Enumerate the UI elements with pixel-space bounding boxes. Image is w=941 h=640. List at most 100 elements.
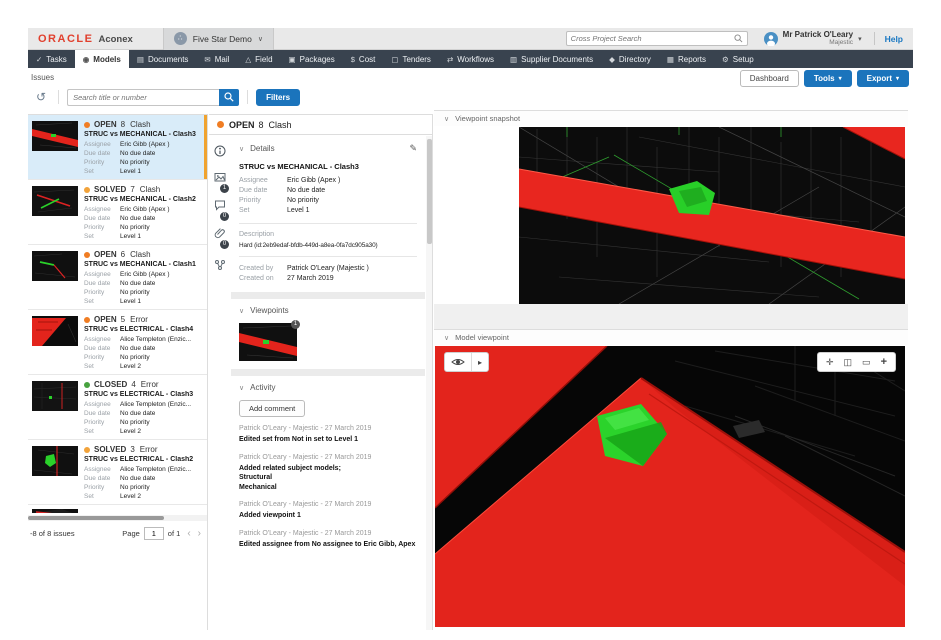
issue-status: SOLVED [94, 185, 126, 194]
issue-list-item[interactable]: CLOSED4Error STRUC vs ELECTRICAL - Clash… [28, 375, 207, 440]
export-button[interactable]: Export▾ [857, 70, 909, 87]
dashboard-button[interactable]: Dashboard [740, 70, 799, 87]
vertical-scrollbar-thumb[interactable] [427, 139, 432, 244]
zoom-in-icon[interactable]: + [881, 356, 887, 368]
play-icon: ▸ [478, 358, 482, 367]
horizontal-scrollbar-thumb[interactable] [28, 516, 164, 520]
issue-summary: OPEN8Clash STRUC vs MECHANICAL - Clash3 … [84, 119, 201, 179]
edit-icon[interactable]: ✎ [409, 143, 417, 154]
tab-tenders[interactable]: ▢Tenders [383, 50, 439, 68]
help-link[interactable]: Help [885, 34, 903, 44]
measure-icon[interactable]: ▭ [862, 357, 871, 368]
activity-section-header[interactable]: ∨ Activity [239, 383, 417, 392]
tab-mail[interactable]: ✉Mail [196, 50, 237, 68]
issue-status: OPEN [94, 120, 117, 129]
viewpoint-snapshot-header[interactable]: ∨ Viewpoint snapshot [434, 110, 908, 126]
activity-text: Added related subject models; [239, 464, 417, 474]
detail-header: OPEN 8 Clash [209, 115, 432, 135]
tab-label: Cost [359, 55, 375, 64]
main-nav: ✓Tasks ◉Models ▤Documents ✉Mail △Field ▣… [28, 50, 913, 68]
status-dot [84, 122, 90, 128]
tab-field[interactable]: △Field [237, 50, 280, 68]
results-summary: -8 of 8 issues [30, 529, 122, 538]
project-selector[interactable]: ∴ Five Star Demo ∨ [163, 28, 274, 50]
list-pagination: -8 of 8 issues Page of 1 ‹ › [28, 525, 207, 541]
issue-list-item[interactable]: OPEN8Clash STRUC vs MECHANICAL - Clash3 … [28, 115, 207, 180]
issue-list-item[interactable]: SOLVED7Clash STRUC vs MECHANICAL - Clash… [28, 180, 207, 245]
issue-list-item-partial[interactable] [28, 505, 207, 513]
details-section-header[interactable]: ∨ Details ✎ [239, 143, 417, 154]
issue-list-item[interactable]: SOLVED3Error STRUC vs ELECTRICAL - Clash… [28, 440, 207, 505]
tab-setup[interactable]: ⚙Setup [714, 50, 762, 68]
issue-type: Error [141, 380, 159, 389]
documents-icon: ▤ [137, 55, 144, 64]
page-of-label: of 1 [168, 529, 181, 538]
field-label: Assignee [84, 400, 120, 409]
model-viewpoint-header[interactable]: ∨ Model viewpoint [434, 329, 908, 345]
issue-search-input[interactable] [67, 89, 219, 106]
activity-text: Structural [239, 473, 417, 483]
tab-directory[interactable]: ◆Directory [601, 50, 659, 68]
divider [239, 223, 417, 224]
model-viewpoint-canvas[interactable]: ▸ ✛ ◫ ▭ + [435, 346, 905, 627]
page-input[interactable] [144, 527, 164, 540]
packages-icon: ▣ [289, 55, 296, 64]
issue-type: Error [130, 315, 148, 324]
section-title: Details [250, 144, 274, 153]
activity-card: ∨ Activity Add comment Patrick O'Leary -… [231, 376, 425, 566]
activity-meta: Patrick O'Leary - Majestic - 27 March 20… [239, 501, 417, 508]
refresh-icon[interactable]: ↺ [36, 90, 46, 104]
page-next-icon[interactable]: › [198, 528, 201, 539]
field-label: Assignee [84, 205, 120, 214]
tab-packages[interactable]: ▣Packages [281, 50, 343, 68]
attachments-icon[interactable] [209, 227, 231, 239]
tab-models[interactable]: ◉Models [75, 50, 129, 68]
issue-type: Clash [130, 250, 150, 259]
viewpoint-thumbnail[interactable]: 1 [239, 323, 297, 361]
page-prev-icon[interactable]: ‹ [187, 528, 190, 539]
oracle-logo: ORACLE [38, 33, 93, 45]
tab-tasks[interactable]: ✓Tasks [28, 50, 75, 68]
field-value: Eric Gibb (Apex ) [120, 205, 170, 214]
activity-entry: Patrick O'Leary - Majestic - 27 March 20… [239, 530, 417, 550]
cross-project-search-input[interactable] [571, 34, 734, 43]
tools-button[interactable]: Tools▾ [804, 70, 852, 87]
pan-icon[interactable]: ✛ [826, 357, 834, 368]
tab-documents[interactable]: ▤Documents [129, 50, 197, 68]
section-title: Model viewpoint [455, 333, 509, 342]
tab-workflows[interactable]: ⇄Workflows [439, 50, 502, 68]
visibility-eye-button[interactable] [445, 357, 471, 367]
search-icon [224, 92, 234, 102]
chevron-down-icon: ∨ [239, 384, 244, 392]
tab-cost[interactable]: $Cost [343, 50, 384, 68]
user-menu[interactable]: Mr Patrick O'Leary Majestic ▾ [764, 31, 862, 47]
field-label: Set [84, 427, 120, 436]
add-comment-button[interactable]: Add comment [239, 400, 305, 417]
user-name: Mr Patrick O'Leary [783, 31, 853, 39]
activity-text: Added viewpoint 1 [239, 511, 417, 521]
related-models-icon[interactable] [209, 259, 231, 271]
search-icon[interactable] [734, 34, 743, 43]
issue-list-item[interactable]: OPEN6Clash STRUC vs MECHANICAL - Clash1 … [28, 245, 207, 310]
issue-list-item[interactable]: OPEN5Error STRUC vs ELECTRICAL - Clash4 … [28, 310, 207, 375]
search-button[interactable] [219, 89, 239, 106]
viewpoints-count-badge: 1 [220, 184, 229, 193]
viewpoints-icon[interactable] [209, 171, 231, 183]
mail-icon: ✉ [204, 55, 210, 64]
field-label: Set [84, 167, 120, 176]
info-icon[interactable] [209, 145, 231, 157]
field-label: Assignee [84, 270, 120, 279]
field-label: Due date [84, 214, 120, 223]
viewpoints-section-header[interactable]: ∨ Viewpoints [239, 306, 417, 315]
field-value: Level 1 [120, 297, 141, 306]
tab-reports[interactable]: ▦Reports [659, 50, 714, 68]
section-box-icon[interactable]: ◫ [844, 357, 853, 368]
field-label: Priority [84, 158, 120, 167]
comments-icon[interactable] [209, 199, 231, 211]
expand-panel-button[interactable]: ▸ [472, 358, 488, 367]
section-title: Viewpoints [250, 306, 289, 315]
field-label: Priority [84, 223, 120, 232]
filters-button[interactable]: Filters [256, 89, 300, 106]
tab-supplier-documents[interactable]: ▥Supplier Documents [502, 50, 601, 68]
section-title: Activity [250, 383, 275, 392]
